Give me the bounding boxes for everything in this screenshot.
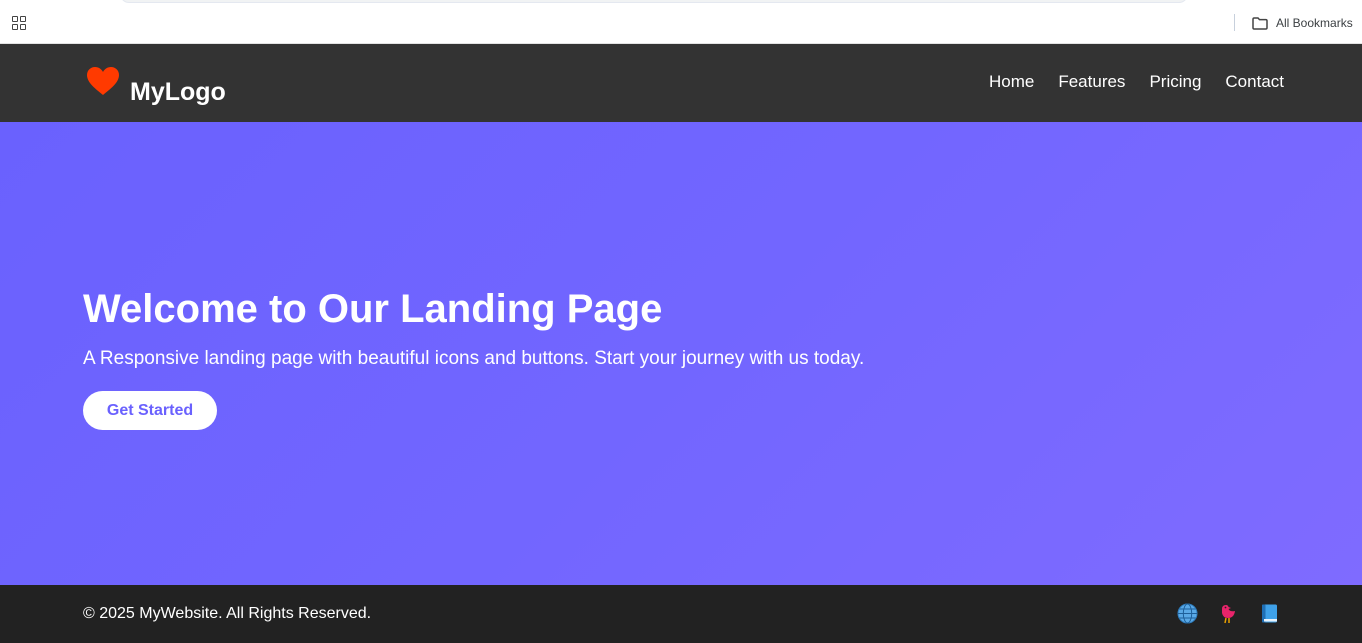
bookmarks-divider — [1234, 14, 1235, 31]
hero-subtitle: A Responsive landing page with beautiful… — [83, 348, 865, 369]
bird-icon[interactable] — [1218, 603, 1239, 624]
heart-icon — [87, 67, 119, 95]
all-bookmarks-button[interactable]: All Bookmarks — [1252, 13, 1353, 33]
site-header: MyLogo Home Features Pricing Contact — [0, 44, 1362, 122]
folder-icon — [1252, 16, 1268, 30]
main-nav: Home Features Pricing Contact — [989, 72, 1284, 92]
bookmarks-bar: All Bookmarks — [0, 0, 1362, 44]
hero-section: Welcome to Our Landing Page A Responsive… — [0, 122, 1362, 585]
site-footer: © 2025 MyWebsite. All Rights Reserved. — [0, 585, 1362, 643]
nav-features-link[interactable]: Features — [1058, 72, 1125, 92]
book-icon[interactable] — [1259, 603, 1280, 624]
hero-title: Welcome to Our Landing Page — [83, 287, 663, 331]
logo[interactable]: MyLogo — [86, 64, 226, 108]
nav-pricing-link[interactable]: Pricing — [1149, 72, 1201, 92]
logo-text: MyLogo — [130, 78, 226, 106]
social-links — [1177, 603, 1280, 624]
copyright-text: © 2025 MyWebsite. All Rights Reserved. — [83, 605, 372, 622]
all-bookmarks-label: All Bookmarks — [1276, 16, 1353, 30]
get-started-button[interactable]: Get Started — [83, 391, 217, 430]
omnibox-edge — [120, 0, 1188, 3]
nav-home-link[interactable]: Home — [989, 72, 1034, 92]
nav-contact-link[interactable]: Contact — [1225, 72, 1284, 92]
globe-icon[interactable] — [1177, 603, 1198, 624]
apps-grid-icon[interactable] — [12, 16, 26, 30]
